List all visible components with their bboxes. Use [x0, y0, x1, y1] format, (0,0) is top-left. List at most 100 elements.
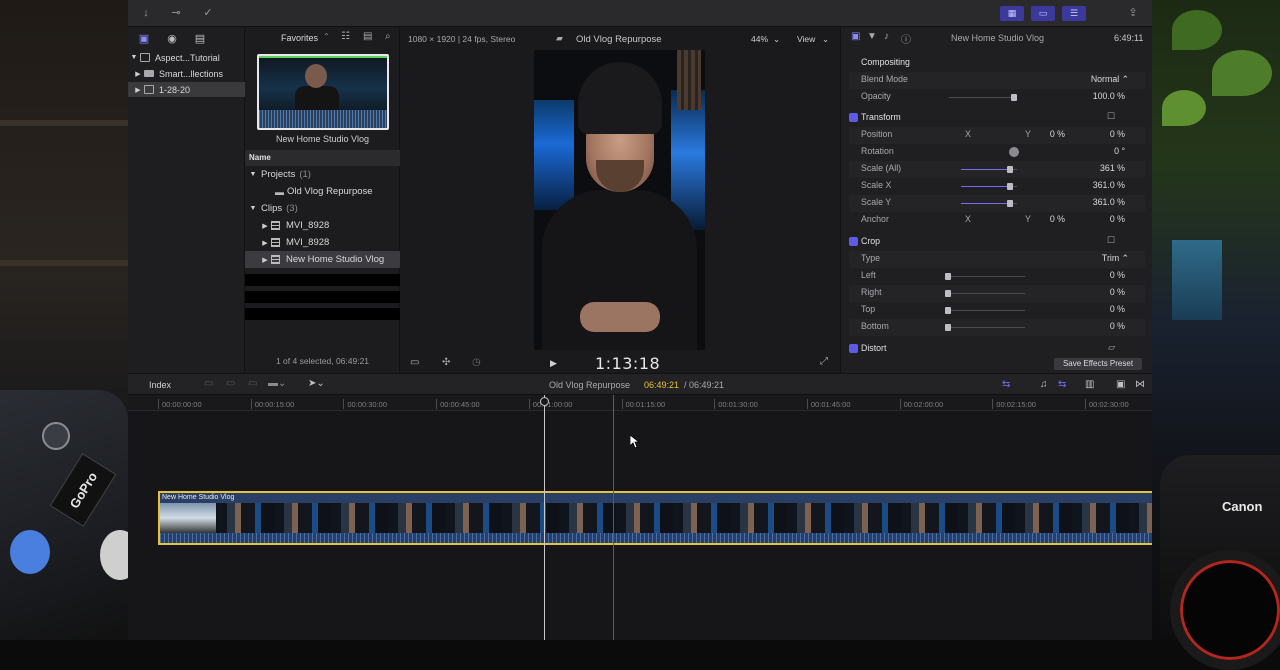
- scale-y-slider[interactable]: [961, 200, 1017, 207]
- onscreen-control-icon[interactable]: ☐: [1107, 111, 1115, 122]
- solo-icon[interactable]: ⇆: [1058, 379, 1066, 390]
- viewer-display-icon[interactable]: ▭: [410, 357, 419, 368]
- color-inspector-icon[interactable]: ▼: [867, 31, 877, 42]
- crop-left-value[interactable]: 0 %: [1110, 270, 1125, 280]
- save-effects-preset-button[interactable]: Save Effects Preset: [1054, 358, 1142, 370]
- audio-skimming-icon[interactable]: ♫: [1040, 379, 1048, 390]
- disclosure-right-icon[interactable]: ▶: [259, 239, 271, 247]
- crop-right-value[interactable]: 0 %: [1110, 287, 1125, 297]
- select-tool-icon[interactable]: ➤⌄: [308, 378, 325, 389]
- crop-top-value[interactable]: 0 %: [1110, 304, 1125, 314]
- scale-x-slider[interactable]: [961, 183, 1017, 190]
- distort-checkbox[interactable]: [849, 344, 858, 353]
- library-item[interactable]: ▼ Aspect...Tutorial: [128, 50, 245, 65]
- list-item-project[interactable]: ▬ Old Vlog Repurpose: [245, 183, 400, 200]
- position-x-value[interactable]: 0 %: [1050, 129, 1065, 139]
- connect-clip-icon[interactable]: ▭: [204, 378, 213, 389]
- filmstrip-icon[interactable]: ▤: [363, 31, 372, 42]
- clip-appearance-icon[interactable]: ▥: [1085, 379, 1094, 390]
- list-item-clip[interactable]: ▶ New Home Studio Vlog: [245, 251, 400, 268]
- disclosure-right-icon[interactable]: ▶: [259, 222, 271, 230]
- rotation-value[interactable]: 0 °: [1114, 146, 1125, 156]
- empty-row: [245, 274, 400, 286]
- blend-mode-dropdown[interactable]: Normal ⌃: [1091, 74, 1129, 85]
- crop-left-slider[interactable]: [945, 273, 1025, 280]
- filter-dropdown[interactable]: Favorites: [281, 33, 318, 43]
- clip-thumbnail[interactable]: [257, 54, 389, 130]
- video-frame[interactable]: [534, 50, 705, 350]
- timeline-toggle-icon[interactable]: ▭: [1031, 6, 1055, 21]
- disclosure-down-icon[interactable]: ▼: [245, 205, 261, 212]
- zoom-dropdown[interactable]: 44%: [751, 34, 768, 44]
- video-inspector-icon[interactable]: ▣: [851, 31, 860, 42]
- audio-inspector-icon[interactable]: ♪: [884, 31, 889, 42]
- scale-all-slider[interactable]: [961, 166, 1017, 173]
- keyword-icon[interactable]: ⊸: [166, 5, 186, 22]
- transform-checkbox[interactable]: [849, 113, 858, 122]
- library-item-event[interactable]: ▶ 1-28-20: [128, 82, 245, 97]
- anchor-x-value[interactable]: 0 %: [1050, 214, 1065, 224]
- crop-bottom-slider[interactable]: [945, 324, 1025, 331]
- play-icon[interactable]: ▶: [550, 358, 557, 369]
- background-tasks-icon[interactable]: ✓: [198, 5, 218, 22]
- libraries-icon[interactable]: ▣: [136, 32, 152, 46]
- photos-audio-icon[interactable]: ◉: [164, 32, 180, 46]
- effects-browser-icon[interactable]: ▣: [1116, 379, 1125, 390]
- scale-y-value[interactable]: 361.0 %: [1093, 197, 1125, 207]
- skimming-icon[interactable]: ⇆: [1002, 379, 1010, 390]
- anchor-y-value[interactable]: 0 %: [1110, 214, 1125, 224]
- opacity-value[interactable]: 100.0 %: [1093, 91, 1125, 101]
- disclosure-right-icon[interactable]: ▶: [132, 70, 144, 78]
- disclosure-down-icon[interactable]: ▼: [245, 171, 261, 178]
- timeline-ruler[interactable]: 00:00:00:00 00:00:15:00 00:00:30:00 00:00:4…: [128, 395, 1152, 411]
- fullscreen-icon[interactable]: ⤢: [820, 356, 828, 367]
- titles-generators-icon[interactable]: ▤: [192, 32, 208, 46]
- scale-all-value[interactable]: 361 %: [1100, 163, 1125, 173]
- playhead[interactable]: [540, 395, 549, 640]
- info-inspector-icon[interactable]: ⓘ: [901, 31, 911, 46]
- search-icon[interactable]: ⌕: [385, 31, 391, 42]
- list-item-clip[interactable]: ▶ MVI_8928: [245, 234, 400, 251]
- list-item-clip[interactable]: ▶ MVI_8928: [245, 217, 400, 234]
- clip-audio-waveform: [160, 533, 1152, 543]
- clip-label: New Home Studio Vlog: [162, 494, 235, 501]
- onscreen-control-icon[interactable]: ▱: [1108, 342, 1115, 353]
- crop-checkbox[interactable]: [849, 237, 858, 246]
- list-item-clips[interactable]: ▼ Clips (3): [245, 200, 400, 217]
- rotation-dial[interactable]: [1009, 147, 1019, 157]
- scale-x-value[interactable]: 361.0 %: [1093, 180, 1125, 190]
- append-clip-icon[interactable]: ▭: [248, 378, 257, 389]
- share-icon[interactable]: ⇪: [1123, 5, 1143, 22]
- playhead-handle[interactable]: [540, 397, 549, 406]
- crop-bottom-value[interactable]: 0 %: [1110, 321, 1125, 331]
- list-item-projects[interactable]: ▼ Projects (1): [245, 166, 400, 183]
- insert-clip-icon[interactable]: ▭: [226, 378, 235, 389]
- browser-toggle-icon[interactable]: ▦: [1000, 6, 1024, 21]
- position-y-value[interactable]: 0 %: [1110, 129, 1125, 139]
- inspector-toggle-icon[interactable]: ☰: [1062, 6, 1086, 21]
- import-icon[interactable]: ↓: [136, 5, 156, 22]
- library-item[interactable]: ▶ Smart...llections: [128, 66, 245, 81]
- overwrite-clip-icon[interactable]: ▬⌄: [268, 378, 286, 389]
- disclosure-right-icon[interactable]: ▶: [132, 86, 144, 94]
- distort-section[interactable]: Distort ▱: [849, 341, 1145, 358]
- index-button[interactable]: Index: [149, 380, 171, 390]
- transform-section[interactable]: Transform ☐: [849, 110, 1145, 127]
- timeline-area[interactable]: New Home Studio Vlog: [128, 411, 1152, 640]
- onscreen-control-icon[interactable]: ☐: [1107, 235, 1115, 246]
- transitions-browser-icon[interactable]: ⋈: [1135, 379, 1145, 390]
- retime-icon[interactable]: ◷: [472, 357, 481, 368]
- crop-top-slider[interactable]: [945, 307, 1025, 314]
- disclosure-right-icon[interactable]: ▶: [259, 256, 271, 264]
- view-dropdown[interactable]: View: [797, 34, 815, 44]
- opacity-slider[interactable]: [949, 94, 1017, 101]
- crop-type-dropdown[interactable]: Trim ⌃: [1102, 253, 1129, 264]
- enhancements-icon[interactable]: ✣: [442, 357, 450, 368]
- column-header-name[interactable]: Name: [245, 150, 400, 166]
- list-view-icon[interactable]: ☷: [341, 31, 350, 42]
- disclosure-down-icon[interactable]: ▼: [128, 54, 140, 61]
- timeline-clip[interactable]: New Home Studio Vlog: [158, 491, 1152, 545]
- crop-section[interactable]: Crop ☐: [849, 234, 1145, 251]
- crop-right-slider[interactable]: [945, 290, 1025, 297]
- clip-label: MVI_8928: [286, 220, 330, 231]
